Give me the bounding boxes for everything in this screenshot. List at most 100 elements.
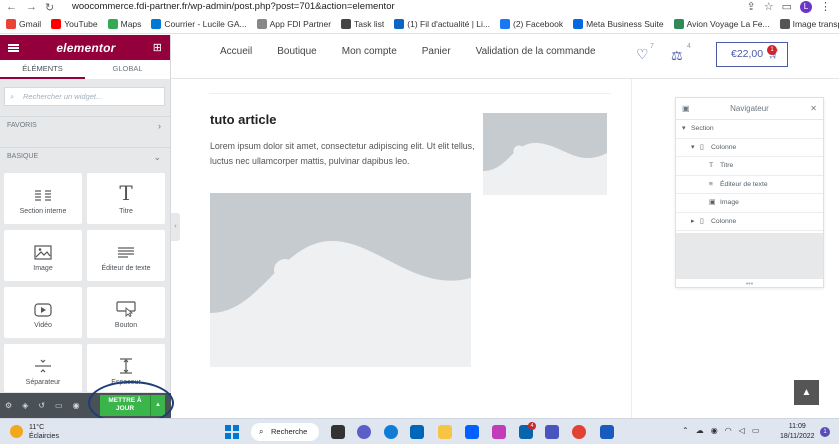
bookmark-item[interactable]: Avion Voyage La Fe...	[673, 19, 770, 29]
collapse-panel-handle[interactable]: ‹	[171, 213, 180, 241]
bookmark-item[interactable]: Image transparente...	[779, 19, 839, 29]
image-placeholder-small[interactable]	[483, 113, 607, 195]
edge-icon[interactable]	[384, 425, 398, 439]
dropbox-icon[interactable]	[465, 425, 479, 439]
teams-chat-icon[interactable]	[357, 425, 371, 439]
navigator-item[interactable]: ≡ Éditeur de texte	[676, 176, 823, 194]
navigator-item[interactable]: ▾ ▯ Colonne	[676, 139, 823, 158]
widget-video[interactable]: Vidéo	[4, 287, 82, 338]
widget-search-input[interactable]: ⌕ Rechercher un widget...	[4, 87, 165, 106]
bookmark-item[interactable]: Courrier - Lucile GA...	[151, 19, 247, 29]
bookmark-item[interactable]: YouTube	[51, 19, 98, 29]
scroll-to-top-button[interactable]: ▲	[794, 380, 819, 405]
forward-icon[interactable]: →	[26, 1, 37, 13]
history-icon[interactable]: ↺	[38, 401, 45, 410]
nav-checkout[interactable]: Validation de la commande	[476, 46, 596, 57]
taskbar-search[interactable]: ⌕ Recherche	[251, 423, 319, 441]
nav-account[interactable]: Mon compte	[342, 46, 397, 57]
menu-icon[interactable]: ⋮	[820, 0, 831, 13]
share-icon[interactable]: ⇪	[747, 0, 756, 13]
bookmark-item[interactable]: (2) Facebook	[500, 19, 563, 29]
article-title[interactable]: tuto article	[210, 112, 276, 127]
navigator-arrow-icon[interactable]: ▾	[682, 120, 691, 139]
bookmark-item[interactable]: Maps	[107, 19, 141, 29]
navigator-item[interactable]: T Titre	[676, 157, 823, 176]
nav-shop[interactable]: Boutique	[277, 46, 316, 57]
bookmark-item[interactable]: Meta Business Suite	[573, 19, 664, 29]
file-explorer-icon[interactable]	[438, 425, 452, 439]
navigator-panel: ▣ Navigateur ✕ ▾ Section ▾ ▯ Colonne T Titre ≡ É…	[675, 97, 824, 288]
compare-scale-icon[interactable]: ⚖	[671, 48, 683, 64]
widget-inner-section[interactable]: Section interne	[4, 173, 82, 224]
widget-divider[interactable]: Séparateur	[4, 344, 82, 392]
bookmark-label: Courrier - Lucile GA...	[164, 19, 247, 29]
bookmark-item[interactable]: App FDI Partner	[256, 19, 331, 29]
chrome-icon[interactable]	[572, 425, 586, 439]
notification-badge[interactable]: 1	[820, 427, 830, 437]
text-editor-icon	[87, 230, 165, 260]
navigator-item[interactable]: ▸ ▯ Colonne	[676, 213, 823, 232]
navigator-arrow-icon[interactable]: ▸	[691, 213, 700, 232]
resize-handle-icon[interactable]: •••	[676, 281, 823, 288]
nav-cart[interactable]: Panier	[422, 46, 451, 57]
cart-button[interactable]: €22,00 🛒︎	[716, 42, 788, 67]
widget-label: Section interne	[19, 208, 67, 215]
widget-text-editor[interactable]: Éditeur de texte	[87, 230, 165, 281]
task-view-icon[interactable]	[331, 425, 345, 439]
bookmark-item[interactable]: Task list	[341, 19, 384, 29]
system-clock[interactable]: 11:09 18/11/2022	[780, 422, 815, 442]
basic-category[interactable]: BASIQUE ⌄	[0, 147, 171, 165]
volume-icon[interactable]: ◁	[739, 426, 745, 435]
navigator-arrow-icon[interactable]: ▾	[691, 139, 700, 158]
nav-home[interactable]: Accueil	[220, 46, 252, 57]
bookmark-item[interactable]: Gmail	[6, 19, 41, 29]
widget-button[interactable]: Bouton	[87, 287, 165, 338]
wifi-icon[interactable]: ◠	[725, 426, 732, 435]
bookmark-favicon-icon	[573, 19, 584, 29]
favorites-category[interactable]: FAVORIS ›	[0, 116, 171, 134]
battery-icon[interactable]: ▭	[752, 426, 760, 435]
teams-icon[interactable]	[545, 425, 559, 439]
weather-widget[interactable]: 11°C Éclaircies	[29, 423, 59, 441]
navigator-layers-icon[interactable]: ◈	[22, 401, 28, 410]
extensions-icon[interactable]: ▭	[782, 0, 792, 13]
navigator-item[interactable]: ▾ Section	[676, 120, 823, 139]
article-body[interactable]: Lorem ipsum dolor sit amet, consectetur …	[210, 139, 478, 169]
bookmark-favicon-icon	[673, 19, 684, 29]
favorites-label: FAVORIS	[7, 122, 37, 129]
widget-heading[interactable]: T Titre	[87, 173, 165, 224]
navigator-item[interactable]: ▣ Image	[676, 194, 823, 213]
bookmark-favicon-icon	[151, 19, 162, 29]
responsive-icon[interactable]: ▭	[55, 401, 63, 410]
weather-icon[interactable]	[10, 425, 23, 438]
word-icon[interactable]	[600, 425, 614, 439]
wishlist-heart-icon[interactable]: ♡	[636, 46, 649, 63]
tab-elements[interactable]: ÉLÉMENTS	[0, 60, 85, 79]
tab-global[interactable]: GLOBAL	[85, 60, 170, 79]
navigator-pin-icon[interactable]: ▣	[682, 98, 690, 120]
windows-start-icon[interactable]	[225, 425, 239, 439]
close-icon[interactable]: ✕	[810, 98, 817, 120]
address-bar[interactable]: woocommerce.fdi-partner.fr/wp-admin/post…	[72, 1, 395, 12]
chevron-up-icon[interactable]: ⌃	[682, 426, 689, 435]
widget-image[interactable]: Image	[4, 230, 82, 281]
onedrive-icon[interactable]: ☁	[696, 426, 704, 435]
preview-eye-icon[interactable]: ◉	[73, 401, 80, 410]
store-icon[interactable]	[410, 425, 424, 439]
app-icon[interactable]	[492, 425, 506, 439]
back-icon[interactable]: ←	[6, 1, 17, 13]
network-icon[interactable]: ◉	[711, 426, 718, 435]
profile-avatar[interactable]: L	[800, 0, 812, 13]
sidebar-divider	[631, 79, 632, 418]
widgets-grid-icon[interactable]: ⊞	[153, 41, 162, 54]
bookmark-item[interactable]: (1) Fil d'actualité | Li...	[394, 19, 490, 29]
image-placeholder-large[interactable]	[210, 193, 471, 367]
weather-condition: Éclaircies	[29, 433, 59, 440]
navigator-item-label: Section	[691, 125, 714, 132]
bookmark-favicon-icon	[341, 19, 352, 29]
bookmark-star-icon[interactable]: ☆	[764, 0, 774, 13]
hamburger-icon[interactable]	[8, 43, 19, 52]
button-icon	[87, 287, 165, 317]
settings-icon[interactable]: ⚙	[5, 401, 12, 410]
reload-icon[interactable]: ↻	[45, 1, 54, 14]
